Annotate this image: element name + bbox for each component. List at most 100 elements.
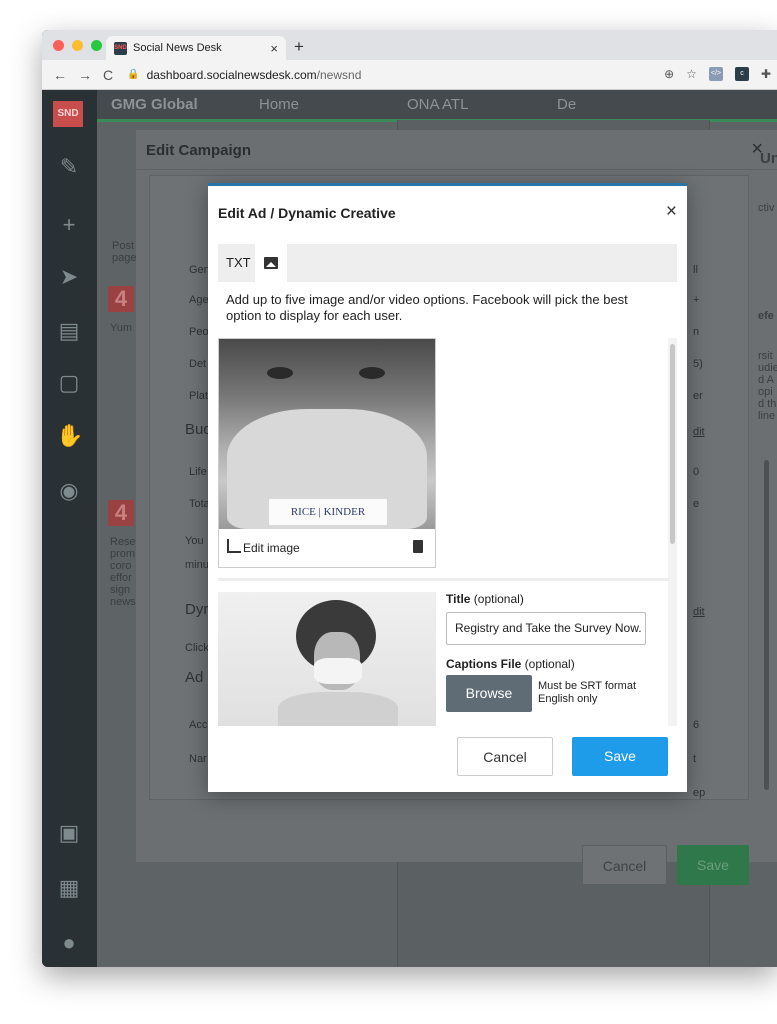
avatar[interactable]: ● <box>56 930 82 956</box>
url-domain: dashboard.socialnewsdesk.com <box>146 67 317 82</box>
media-card: RICE | KINDER Edit image <box>218 338 436 568</box>
bg-text: rsit <box>758 350 773 362</box>
close-window-button[interactable] <box>53 40 64 51</box>
workspace-tabs: GMG Global Home ONA ATL De <box>97 90 777 120</box>
title-label-optional: (optional) <box>470 592 524 606</box>
form-label: Age <box>189 294 209 306</box>
srt-note-line2: English only <box>538 693 598 705</box>
minimize-window-button[interactable] <box>72 40 83 51</box>
form-value: ep <box>693 787 706 799</box>
app-logo[interactable]: SND <box>53 101 83 127</box>
trash-icon[interactable] <box>413 540 423 553</box>
address-bar: ← → C 🔒 dashboard.socialnewsdesk.com/new… <box>42 60 777 90</box>
browser-tab[interactable]: SND Social News Desk × <box>106 36 286 60</box>
new-tab-button[interactable]: + <box>294 37 304 57</box>
forward-button[interactable]: → <box>78 67 92 83</box>
back-button[interactable]: ← <box>53 67 67 83</box>
browse-button[interactable]: Browse <box>446 675 532 712</box>
ad-modal-title: Edit Ad / Dynamic Creative <box>218 205 396 221</box>
rice-kinder-logo: RICE | KINDER <box>269 499 387 525</box>
monitor-settings-icon[interactable]: ▣ <box>56 820 82 846</box>
form-value: n <box>693 326 700 338</box>
media-divider <box>218 578 670 581</box>
bg-text: d th <box>758 398 777 410</box>
form-label: Nar <box>189 753 207 765</box>
form-label: minu <box>185 559 209 571</box>
url-field[interactable]: 🔒 dashboard.socialnewsdesk.com/newsnd <box>127 68 361 82</box>
lock-icon: 🔒 <box>127 69 140 80</box>
photo-detail <box>267 367 293 379</box>
plus-icon[interactable]: + <box>56 212 82 238</box>
handshake-icon[interactable]: ✋ <box>56 423 83 449</box>
photo-detail <box>278 692 398 726</box>
tab-ona[interactable]: ONA ATL <box>407 96 468 113</box>
form-value: 0 <box>693 466 700 478</box>
bg-text: d A <box>758 374 774 386</box>
photo-detail <box>359 367 385 379</box>
campaign-save-button[interactable]: Save <box>677 845 749 885</box>
bg-text: Post <box>112 240 135 252</box>
form-label: Tota <box>189 498 210 510</box>
srt-note: Must be SRT format English only <box>538 680 636 706</box>
bg-text: page <box>112 252 137 264</box>
campaign-header: Edit Campaign × <box>136 130 777 170</box>
puzzle-icon[interactable]: ✚ <box>761 67 771 81</box>
cancel-button[interactable]: Cancel <box>457 737 553 776</box>
masked-woman-photo <box>218 592 436 726</box>
bg-text: effor <box>110 572 132 584</box>
photo-detail <box>314 658 362 684</box>
form-value: t <box>693 753 697 765</box>
bg-text: Uni <box>760 150 777 167</box>
star-icon[interactable]: ☆ <box>686 67 697 81</box>
tab-image[interactable] <box>255 244 287 282</box>
captions-label-optional: (optional) <box>521 657 575 671</box>
media-scrollbar[interactable] <box>670 344 675 544</box>
form-section: Ad <box>185 669 204 686</box>
close-icon[interactable]: × <box>666 201 677 223</box>
edit-image-link[interactable]: Edit image <box>243 541 300 555</box>
bg-badge: 4 <box>108 286 134 312</box>
edit-budget-link[interactable]: dit <box>693 426 705 438</box>
edit-dynamic-link[interactable]: dit <box>693 606 705 618</box>
zoom-icon[interactable]: ⊕ <box>664 67 674 81</box>
bg-text: prom <box>110 548 136 560</box>
send-icon[interactable]: ➤ <box>56 264 82 290</box>
compose-icon[interactable]: ✎ <box>56 154 82 180</box>
edit-ad-modal: Edit Ad / Dynamic Creative × TXT Add up … <box>208 183 687 792</box>
form-label: Life <box>189 466 207 478</box>
messenger-icon[interactable]: ◉ <box>56 478 82 504</box>
left-nav: SND ✎ + ➤ ▤ ▢ ✋ ◉ ▣ ▦ ● <box>42 90 97 967</box>
ad-description: Add up to five image and/or video option… <box>226 292 628 323</box>
tab-text[interactable]: TXT <box>226 255 251 270</box>
favicon-icon: SND <box>114 41 127 55</box>
form-label: Gen <box>189 264 210 276</box>
bg-text: opi <box>758 386 773 398</box>
browser-tools: ⊕ ☆ </> c ✚ <box>664 67 771 81</box>
bg-text: coro <box>110 560 132 572</box>
bg-text: line <box>758 410 776 422</box>
extension-icon[interactable]: </> <box>708 67 723 81</box>
form-value: 5) <box>693 358 703 370</box>
monitor-icon[interactable]: ▢ <box>56 370 82 396</box>
crop-icon <box>227 539 241 553</box>
tab-de[interactable]: De <box>557 96 576 113</box>
document-icon[interactable]: ▤ <box>56 318 82 344</box>
ad-type-tabs: TXT <box>218 244 677 282</box>
form-value: er <box>693 390 703 402</box>
tab-title: Social News Desk <box>133 42 222 54</box>
reload-button[interactable]: C <box>103 67 113 83</box>
title-label-bold: Title <box>446 592 471 606</box>
campaign-cancel-button[interactable]: Cancel <box>582 845 667 885</box>
save-button[interactable]: Save <box>572 737 668 776</box>
tab-close-icon[interactable]: × <box>270 41 278 56</box>
campaign-scrollbar[interactable] <box>764 460 769 790</box>
report-icon[interactable]: ▦ <box>56 875 82 901</box>
extension-icon[interactable]: c <box>734 67 749 81</box>
title-input[interactable]: Registry and Take the Survey Now. <box>446 612 646 645</box>
maximize-window-button[interactable] <box>91 40 102 51</box>
tab-group[interactable]: GMG Global <box>111 96 198 113</box>
form-label: Click <box>185 642 209 654</box>
bg-text: udie <box>758 362 777 374</box>
tab-home[interactable]: Home <box>259 96 299 113</box>
form-label: Det <box>189 358 207 370</box>
